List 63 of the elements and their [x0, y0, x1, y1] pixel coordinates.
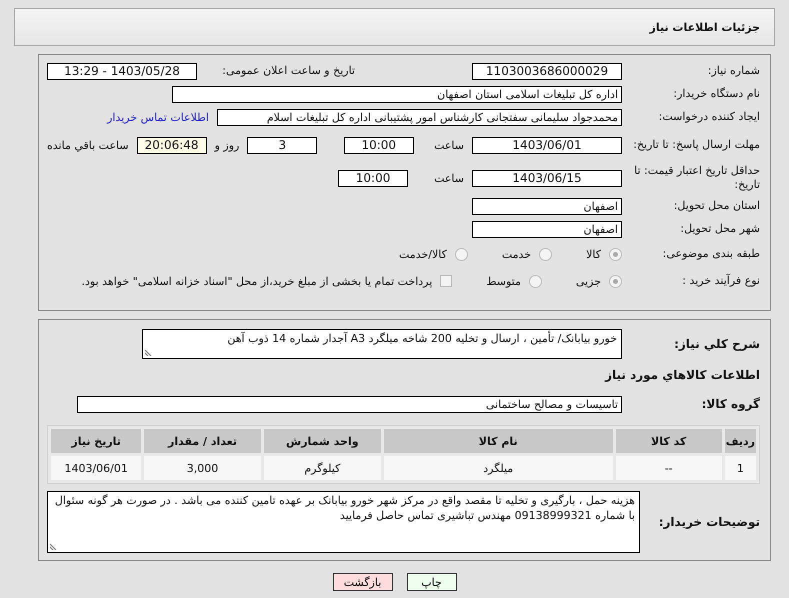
table-cell: میلگرد: [384, 456, 613, 480]
description-field[interactable]: خورو بیابانک/ تأمین ، ارسال و تخلیه 200 شاخه میلگرد A3 آجدار شماره 14 ذوب آهن: [142, 329, 622, 359]
field-label: خدمت: [502, 248, 532, 260]
field-label: ساعت: [434, 138, 464, 152]
field-label: متوسط: [486, 274, 521, 288]
table-cell: 1403/06/01: [51, 456, 142, 480]
text-field[interactable]: محمدجواد سلیمانی سفتجانی کارشناس امور پشتیبانی اداره کل تبلیغات اسلام: [217, 108, 622, 126]
field-label: ایجاد کننده درخواست:: [658, 110, 760, 124]
table-cell: کیلوگرم: [264, 456, 381, 480]
field-label: استان محل تحویل:: [672, 199, 760, 213]
page-title: جزئیات اطلاعات نیاز: [14, 8, 775, 46]
radio-button[interactable]: [539, 248, 552, 260]
radio-button[interactable]: [609, 248, 622, 260]
text-field[interactable]: اصفهان: [472, 220, 622, 238]
back-button[interactable]: بازگشت: [332, 573, 392, 591]
column-header: رديف: [724, 429, 756, 453]
field-label: روز و: [214, 138, 240, 152]
resize-grip-icon[interactable]: [145, 348, 153, 356]
field-label: گروه کالا:: [700, 396, 760, 412]
column-header: واحد شمارش: [264, 429, 381, 453]
table-cell: --: [616, 456, 722, 480]
text-field[interactable]: 20:06:48: [136, 136, 207, 154]
radio-button[interactable]: [609, 274, 622, 288]
text-field[interactable]: 1403/06/15: [472, 170, 622, 186]
text-field[interactable]: 3: [247, 136, 318, 154]
radio-button[interactable]: [454, 248, 468, 260]
field-label: نوع فرآیند خرید :: [681, 274, 760, 288]
field-label: نام دستگاه خریدار:: [672, 87, 760, 101]
field-label: مهلت ارسال پاسخ: تا تاریخ:: [632, 138, 760, 152]
field-label: توضیحات خریدار:: [658, 514, 760, 530]
text-field[interactable]: 1103003686000029: [472, 62, 622, 80]
resize-grip-icon[interactable]: [50, 542, 58, 550]
field-label: شرح کلي نياز:: [673, 336, 760, 352]
field-label: ساعت باقي مانده: [47, 138, 129, 152]
field-label: طبقه بندی موضوعی:: [662, 247, 760, 261]
checkbox[interactable]: [440, 275, 452, 287]
field-label: حداقل تاریخ اعتبار قیمت: تا تاریخ:: [633, 164, 760, 192]
text-field[interactable]: تاسیسات و مصالح ساختمانی: [77, 396, 622, 412]
print-button[interactable]: چاپ: [406, 573, 456, 591]
text-field[interactable]: 1403/05/28 - 13:29: [47, 62, 197, 80]
field-label: شهر محل تحویل:: [679, 222, 760, 236]
text-field[interactable]: اصفهان: [472, 198, 622, 214]
column-header: تاریخ نیاز: [51, 429, 142, 453]
text-field[interactable]: 10:00: [344, 136, 414, 154]
field-label: شماره نیاز:: [706, 64, 760, 78]
column-header: کد کالا: [616, 429, 722, 453]
text-field[interactable]: 10:00: [338, 170, 408, 186]
field-label: پرداخت تمام یا بخشی از مبلغ خرید،از محل "اسناد خزانه اسلامی" خواهد بود.: [82, 274, 432, 288]
text-field[interactable]: 1403/06/01: [472, 136, 622, 154]
section-heading: اطلاعات کالاهاي مورد نياز: [604, 368, 760, 383]
text-field[interactable]: اداره کل تبلیغات اسلامی استان اصفهان: [172, 86, 622, 102]
table-cell: 3,000: [144, 456, 261, 480]
field-label: کالا/خدمت: [399, 248, 447, 260]
column-header: نام کالا: [384, 429, 613, 453]
field-label: جزیی: [576, 274, 601, 288]
field-label: کالا: [586, 248, 601, 260]
field-label: تاریخ و ساعت اعلان عمومی:: [221, 64, 355, 78]
field-label: ساعت: [434, 172, 464, 184]
notes-field[interactable]: هزینه حمل ، بارگیری و تخلیه تا مقصد واقع در مرکز شهر خورو بیابانک بر عهده تامین کننده می باشد . در صورت هر گونه سئوال با شماره 09138999321 مهندس تباشیری تماس حاصل فرمایید: [47, 491, 640, 553]
radio-button[interactable]: [528, 274, 542, 288]
buyer-contact-link[interactable]: اطلاعات تماس خریدار: [107, 110, 209, 124]
table-cell: 1: [724, 456, 756, 480]
column-header: تعداد / مقدار: [144, 429, 261, 453]
